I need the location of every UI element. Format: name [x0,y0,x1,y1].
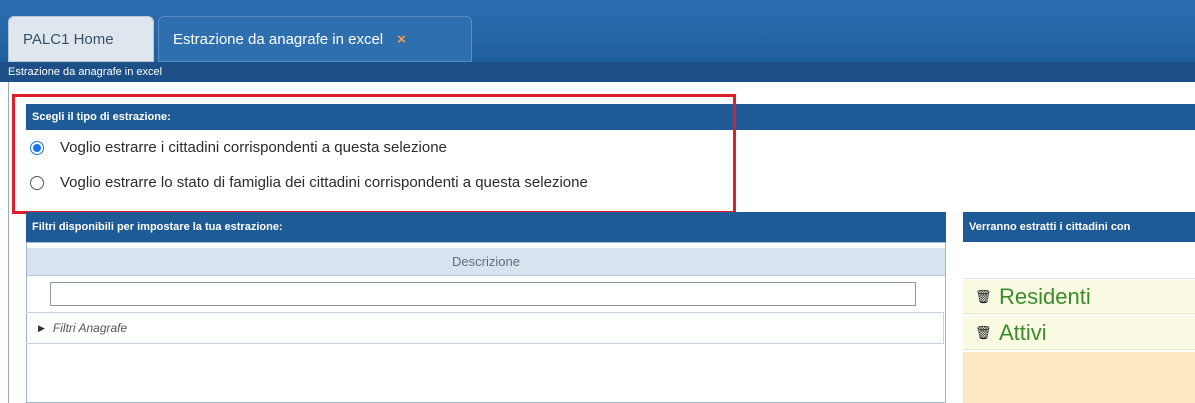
filters-panel-header: Filtri disponibili per impostare la tua … [26,212,946,242]
result-row-attivi: 🗑 Attivi [963,316,1195,350]
result-label: Attivi [999,319,1047,345]
tab-bar: PALC1 Home Estrazione da anagrafe in exc… [0,0,1195,62]
results-column-header [963,242,1195,279]
trash-icon[interactable]: 🗑 [975,289,992,305]
tree-item-label: Filtri Anagrafe [52,321,128,335]
result-row-residenti: 🗑 Residenti [963,280,1195,314]
result-label: Residenti [999,283,1091,309]
breadcrumb: Estrazione da anagrafe in excel [0,62,1195,82]
results-empty-area [963,352,1195,403]
tree-item-filtri-anagrafe[interactable]: ▶ Filtri Anagrafe [26,312,944,344]
tab-estrazione-excel[interactable]: Estrazione da anagrafe in excel × [158,16,472,62]
close-icon[interactable]: × [397,31,406,48]
caret-right-icon[interactable]: ▶ [38,323,45,334]
tab-label: PALC1 Home [23,30,114,48]
column-header-descrizione[interactable]: Descrizione [27,248,945,276]
highlight-box [12,94,736,214]
content-border [8,82,9,403]
description-filter-input[interactable] [50,282,916,306]
tab-label: Estrazione da anagrafe in excel [173,30,384,48]
results-panel-header: Verranno estratti i cittadini con [963,212,1195,242]
trash-icon[interactable]: 🗑 [975,325,992,341]
tab-palc1-home[interactable]: PALC1 Home [8,16,154,62]
